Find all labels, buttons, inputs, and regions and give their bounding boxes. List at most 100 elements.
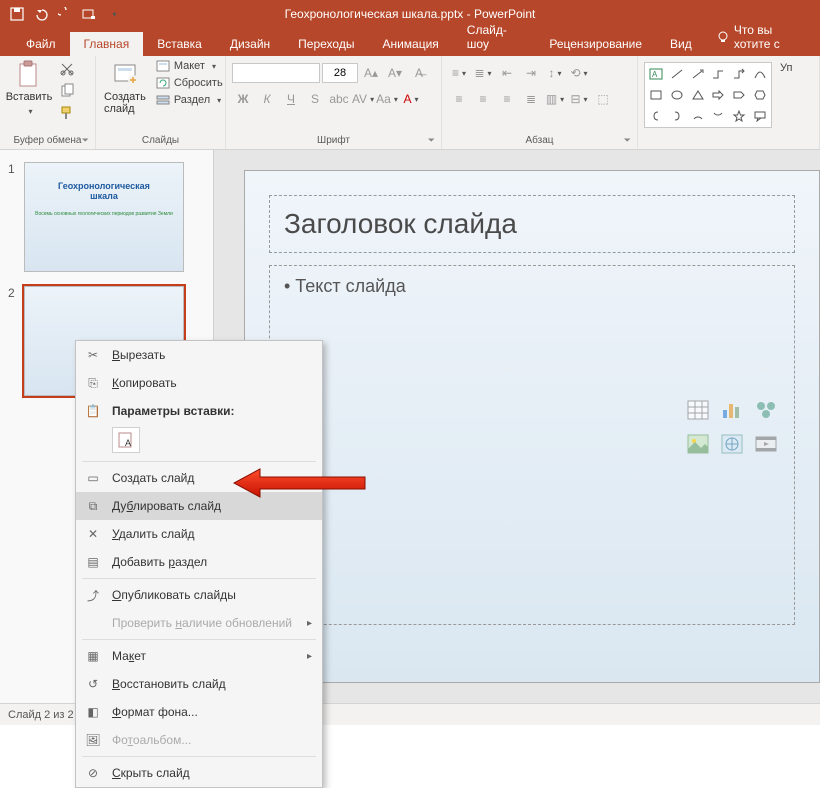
- shape-connector-arrow-icon[interactable]: [729, 64, 750, 85]
- char-spacing-button[interactable]: AV: [352, 88, 374, 110]
- format-painter-icon[interactable]: [56, 102, 78, 124]
- shape-triangle-icon[interactable]: [687, 85, 708, 106]
- reset-button[interactable]: Сбросить: [152, 75, 227, 91]
- cut-icon[interactable]: [56, 58, 78, 80]
- shadow-button[interactable]: S: [304, 88, 326, 110]
- shape-curve-icon[interactable]: [749, 64, 770, 85]
- text-direction-button[interactable]: ⟲: [568, 62, 590, 84]
- title-placeholder[interactable]: Заголовок слайда: [269, 195, 795, 253]
- font-color-button[interactable]: A: [400, 88, 422, 110]
- increase-font-icon[interactable]: A▴: [360, 62, 382, 84]
- paste-button[interactable]: Вставить: [6, 58, 52, 120]
- tell-me-search[interactable]: Что вы хотите с: [706, 18, 820, 56]
- decrease-font-icon[interactable]: A▾: [384, 62, 406, 84]
- shape-hexagon-icon[interactable]: [749, 85, 770, 106]
- layout-button[interactable]: Макет: [152, 58, 227, 74]
- tab-file[interactable]: Файл: [12, 32, 70, 56]
- shape-callout-icon[interactable]: [749, 105, 770, 126]
- align-left-button[interactable]: ≡: [448, 88, 470, 110]
- save-icon[interactable]: [6, 3, 28, 25]
- shape-arc-icon[interactable]: [687, 105, 708, 126]
- shape-pentagon-icon[interactable]: [729, 85, 750, 106]
- font-family-combo[interactable]: [232, 63, 320, 83]
- ctx-format-background[interactable]: ◧Формат фона...: [76, 698, 322, 726]
- numbering-button[interactable]: ≣: [472, 62, 494, 84]
- shape-oval-icon[interactable]: [667, 85, 688, 106]
- ctx-layout[interactable]: ▦Макет▸: [76, 642, 322, 670]
- shapes-gallery[interactable]: A: [644, 62, 772, 128]
- thumbnail-1[interactable]: 1 Геохронологическая шкала Восемь основн…: [8, 162, 205, 272]
- ctx-add-section[interactable]: ▤Добавить раздел: [76, 548, 322, 576]
- shape-textbox-icon[interactable]: A: [646, 64, 667, 85]
- columns-button[interactable]: ▥: [544, 88, 566, 110]
- tab-slideshow[interactable]: Слайд-шоу: [453, 18, 536, 56]
- smartart-button[interactable]: ⬚: [592, 88, 614, 110]
- new-slide-button[interactable]: Создать слайд: [102, 58, 148, 118]
- undo-icon[interactable]: [30, 3, 52, 25]
- ctx-restore-slide[interactable]: ↺Восстановить слайд: [76, 670, 322, 698]
- insert-picture-icon[interactable]: [684, 430, 712, 458]
- tell-me-label: Что вы хотите с: [734, 23, 810, 51]
- ctx-hide-slide[interactable]: ⊘Скрыть слайд: [76, 759, 322, 787]
- tab-review[interactable]: Рецензирование: [535, 32, 656, 56]
- change-case-button[interactable]: Aa: [376, 88, 398, 110]
- shape-arrow-right-icon[interactable]: [708, 85, 729, 106]
- section-button[interactable]: Раздел: [152, 92, 227, 108]
- group-slides-label: Слайды: [102, 135, 219, 149]
- align-text-button[interactable]: ⊟: [568, 88, 590, 110]
- shape-line-arrow-icon[interactable]: [687, 64, 708, 85]
- strikethrough-button[interactable]: abc: [328, 88, 350, 110]
- group-clipboard: Вставить Буфер обмена⏷: [0, 56, 96, 149]
- ctx-new-slide[interactable]: ▭Создать слайд: [76, 464, 322, 492]
- tab-design[interactable]: Дизайн: [216, 32, 284, 56]
- increase-indent-button[interactable]: ⇥: [520, 62, 542, 84]
- decrease-indent-button[interactable]: ⇤: [496, 62, 518, 84]
- tab-animations[interactable]: Анимация: [368, 32, 452, 56]
- bold-button[interactable]: Ж: [232, 88, 254, 110]
- paste-keep-formatting-button[interactable]: A: [112, 427, 140, 453]
- shape-arc2-icon[interactable]: [708, 105, 729, 126]
- font-size-combo[interactable]: [322, 63, 358, 83]
- underline-button[interactable]: Ч: [280, 88, 302, 110]
- section-icon: ▤: [84, 553, 102, 571]
- body-placeholder[interactable]: • Текст слайда: [269, 265, 795, 625]
- shape-star-icon[interactable]: [729, 105, 750, 126]
- insert-video-icon[interactable]: [752, 430, 780, 458]
- shape-lbrace-icon[interactable]: [646, 105, 667, 126]
- ctx-duplicate-slide[interactable]: ⧉Дублировать слайд: [76, 492, 322, 520]
- qat-more-icon[interactable]: [102, 3, 124, 25]
- tab-view[interactable]: Вид: [656, 32, 706, 56]
- italic-button[interactable]: К: [256, 88, 278, 110]
- ctx-publish-slides[interactable]: ⤴Опубликовать слайды: [76, 581, 322, 609]
- clear-formatting-icon[interactable]: A̶: [408, 62, 430, 84]
- ctx-cut[interactable]: ✂ВВырезатьырезать: [76, 341, 322, 369]
- shape-rect-icon[interactable]: [646, 85, 667, 106]
- clipboard-icon: 📋: [84, 402, 102, 420]
- tab-transitions[interactable]: Переходы: [284, 32, 368, 56]
- align-center-button[interactable]: ≡: [472, 88, 494, 110]
- shape-rbrace-icon[interactable]: [667, 105, 688, 126]
- redo-icon[interactable]: [54, 3, 76, 25]
- ctx-copy[interactable]: ⎘Копировать: [76, 369, 322, 397]
- insert-chart-icon[interactable]: [718, 396, 746, 424]
- separator: [82, 461, 316, 462]
- line-spacing-button[interactable]: ↕: [544, 62, 566, 84]
- insert-online-picture-icon[interactable]: [718, 430, 746, 458]
- bullets-button[interactable]: ≡: [448, 62, 470, 84]
- justify-button[interactable]: ≣: [520, 88, 542, 110]
- align-right-button[interactable]: ≡: [496, 88, 518, 110]
- shapes-more-label: Уп: [780, 62, 792, 74]
- tab-home[interactable]: Главная: [70, 32, 144, 56]
- insert-table-icon[interactable]: [684, 396, 712, 424]
- start-from-beginning-icon[interactable]: [78, 3, 100, 25]
- ribbon-tabs: Файл Главная Вставка Дизайн Переходы Ани…: [0, 28, 820, 56]
- ctx-delete-slide[interactable]: ✕Удалить слайд: [76, 520, 322, 548]
- section-icon: [156, 94, 170, 106]
- copy-icon[interactable]: [56, 80, 78, 102]
- shape-line-icon[interactable]: [667, 64, 688, 85]
- tab-insert[interactable]: Вставка: [143, 32, 216, 56]
- slide[interactable]: Заголовок слайда • Текст слайда: [244, 170, 820, 683]
- layout-icon: [156, 60, 170, 72]
- shape-connector-icon[interactable]: [708, 64, 729, 85]
- insert-smartart-icon[interactable]: [752, 396, 780, 424]
